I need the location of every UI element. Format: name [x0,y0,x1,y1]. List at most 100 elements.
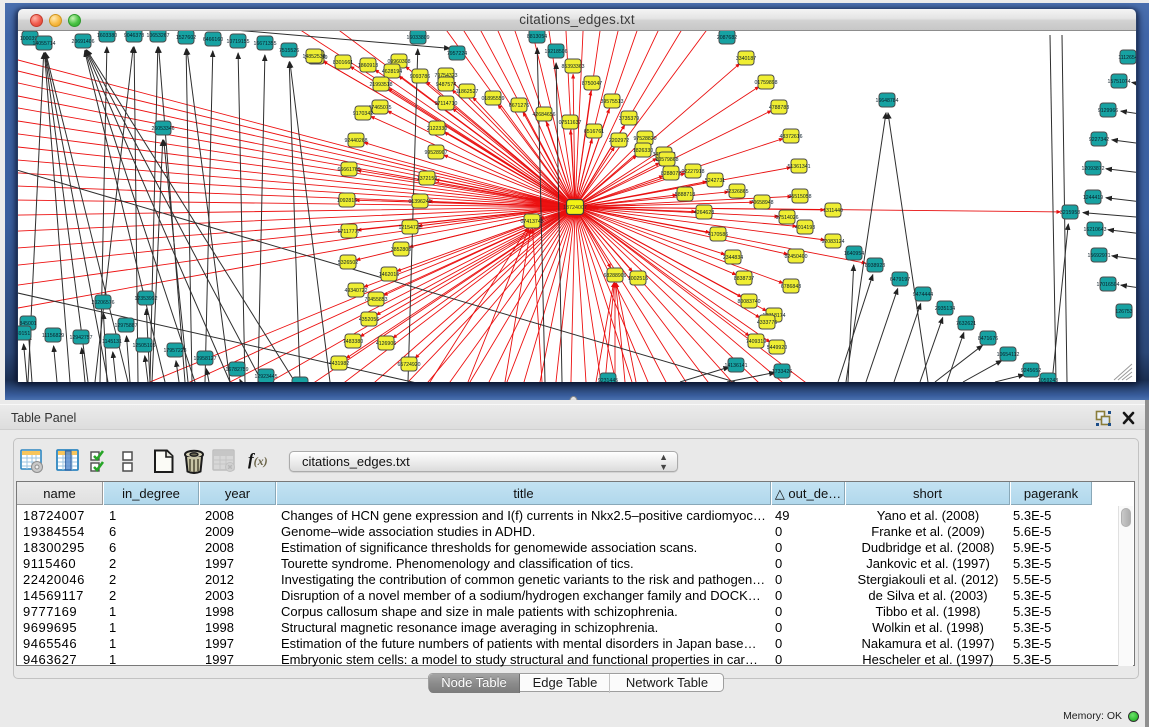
svg-text:1092815: 1092815 [337,198,357,204]
svg-text:21993518: 21993518 [369,82,392,88]
svg-text:1145131: 1145131 [102,339,122,345]
svg-text:42684656: 42684656 [532,112,555,118]
svg-text:4628194: 4628194 [382,69,402,75]
svg-text:65724920: 65724920 [397,362,420,368]
svg-text:8288072: 8288072 [661,171,681,177]
svg-text:9245652: 9245652 [1021,368,1041,374]
svg-text:9231445: 9231445 [598,378,618,382]
svg-text:02227918: 02227918 [681,169,704,175]
svg-text:12154728: 12154728 [398,225,421,231]
svg-text:7632621: 7632621 [956,321,976,327]
svg-text:2087682: 2087682 [717,35,737,41]
svg-text:5242731: 5242731 [705,178,725,184]
svg-text:1603380: 1603380 [97,33,117,39]
svg-text:4431982: 4431982 [329,361,349,367]
svg-text:12923445: 12923445 [254,374,277,380]
svg-text:57117777: 57117777 [338,229,361,235]
svg-text:8938923: 8938923 [865,263,885,269]
svg-text:12942757: 12942757 [69,335,92,341]
svg-text:99528907: 99528907 [424,150,447,156]
svg-text:4264628: 4264628 [694,210,714,216]
svg-text:5326502: 5326502 [338,260,358,266]
svg-text:8813054: 8813054 [527,34,547,40]
svg-text:11862527: 11862527 [456,89,479,95]
svg-text:9474444: 9474444 [913,292,933,298]
svg-text:1059243: 1059243 [1038,378,1058,382]
svg-text:17957223: 17957223 [163,348,186,354]
svg-text:14055714: 14055714 [32,41,55,47]
svg-text:9093786: 9093786 [410,74,430,80]
svg-text:12093872: 12093872 [1081,166,1104,172]
svg-text:7409319: 7409319 [746,339,766,345]
svg-text:92440268: 92440268 [344,138,367,144]
svg-text:10654112: 10654112 [997,352,1020,358]
svg-text:10958127: 10958127 [193,356,216,362]
svg-text:07511637: 07511637 [559,120,582,126]
svg-text:26053346: 26053346 [151,126,174,132]
svg-text:4170586: 4170586 [708,232,728,238]
svg-text:9227342: 9227342 [1089,137,1109,143]
svg-text:10719155: 10719155 [226,39,249,45]
svg-text:7483380: 7483380 [343,339,363,345]
svg-text:19218506: 19218506 [544,49,567,55]
svg-text:1733426: 1733426 [772,369,792,375]
svg-text:16033809: 16033809 [406,35,429,41]
svg-text:82450400: 82450400 [784,254,807,260]
svg-text:4788783: 4788783 [769,105,789,111]
svg-text:1244419: 1244419 [1083,195,1103,201]
svg-text:4014193: 4014193 [795,225,815,231]
svg-text:14136141: 14136141 [724,363,747,369]
svg-text:51361341: 51361341 [787,164,810,170]
svg-text:4352056: 4352056 [359,317,379,323]
svg-text:97114710: 97114710 [435,101,458,107]
svg-text:6671276: 6671276 [509,103,529,109]
svg-text:3215958: 3215958 [1060,210,1080,216]
svg-text:48372616: 48372616 [779,134,802,140]
svg-text:39151: 39151 [18,331,30,337]
svg-text:35515058: 35515058 [788,194,811,200]
svg-text:66661760: 66661760 [337,167,360,173]
svg-text:3852808: 3852808 [391,247,411,253]
svg-text:97514026: 97514026 [775,215,798,221]
svg-text:01895559: 01895559 [481,96,504,102]
svg-text:10653267: 10653267 [146,33,169,39]
svg-text:1826330: 1826330 [633,148,653,154]
svg-text:8471676: 8471676 [978,336,998,342]
svg-text:20206576: 20206576 [91,300,114,306]
svg-text:11156829: 11156829 [42,333,64,339]
svg-text:17016504: 17016504 [1096,282,1119,288]
svg-text:1372159: 1372159 [417,176,437,182]
svg-text:12505105: 12505105 [132,343,155,349]
svg-text:1462016: 1462016 [379,272,399,278]
svg-text:1002516: 1002516 [628,276,648,282]
svg-text:20691406: 20691406 [71,39,94,45]
svg-text:4333776: 4333776 [757,320,777,326]
svg-text:8750047: 8750047 [582,81,602,87]
svg-text:72326865: 72326865 [725,189,748,195]
svg-text:9170342: 9170342 [353,111,373,117]
svg-text:6516761: 6516761 [584,129,604,135]
svg-text:5888718: 5888718 [675,192,695,198]
svg-text:01396245: 01396245 [408,199,431,205]
svg-text:16782759: 16782759 [225,367,248,373]
svg-text:97528820: 97528820 [633,136,656,142]
svg-text:16648784: 16648784 [875,98,898,104]
svg-text:2202972: 2202972 [609,138,629,144]
svg-text:6786843: 6786843 [781,284,801,290]
svg-text:7515526: 7515526 [279,48,299,54]
svg-text:1640954: 1640954 [844,251,864,257]
svg-text:01759898: 01759898 [754,80,777,86]
svg-text:1527602: 1527602 [176,35,196,41]
svg-text:1860913: 1860913 [358,63,378,69]
svg-text:4126906: 4126906 [376,341,396,347]
svg-text:39575513: 39575513 [600,99,623,105]
svg-text:85393363: 85393363 [561,64,584,70]
svg-text:8301661: 8301661 [333,60,353,66]
svg-text:68288909: 68288909 [603,273,626,279]
svg-text:92083124: 92083124 [821,239,844,245]
svg-text:18724007: 18724007 [563,205,587,211]
svg-text:9046378: 9046378 [124,33,144,39]
svg-text:16210643: 16210643 [1083,227,1106,233]
svg-text:1311440: 1311440 [823,208,843,214]
svg-text:12353992: 12353992 [134,296,157,302]
